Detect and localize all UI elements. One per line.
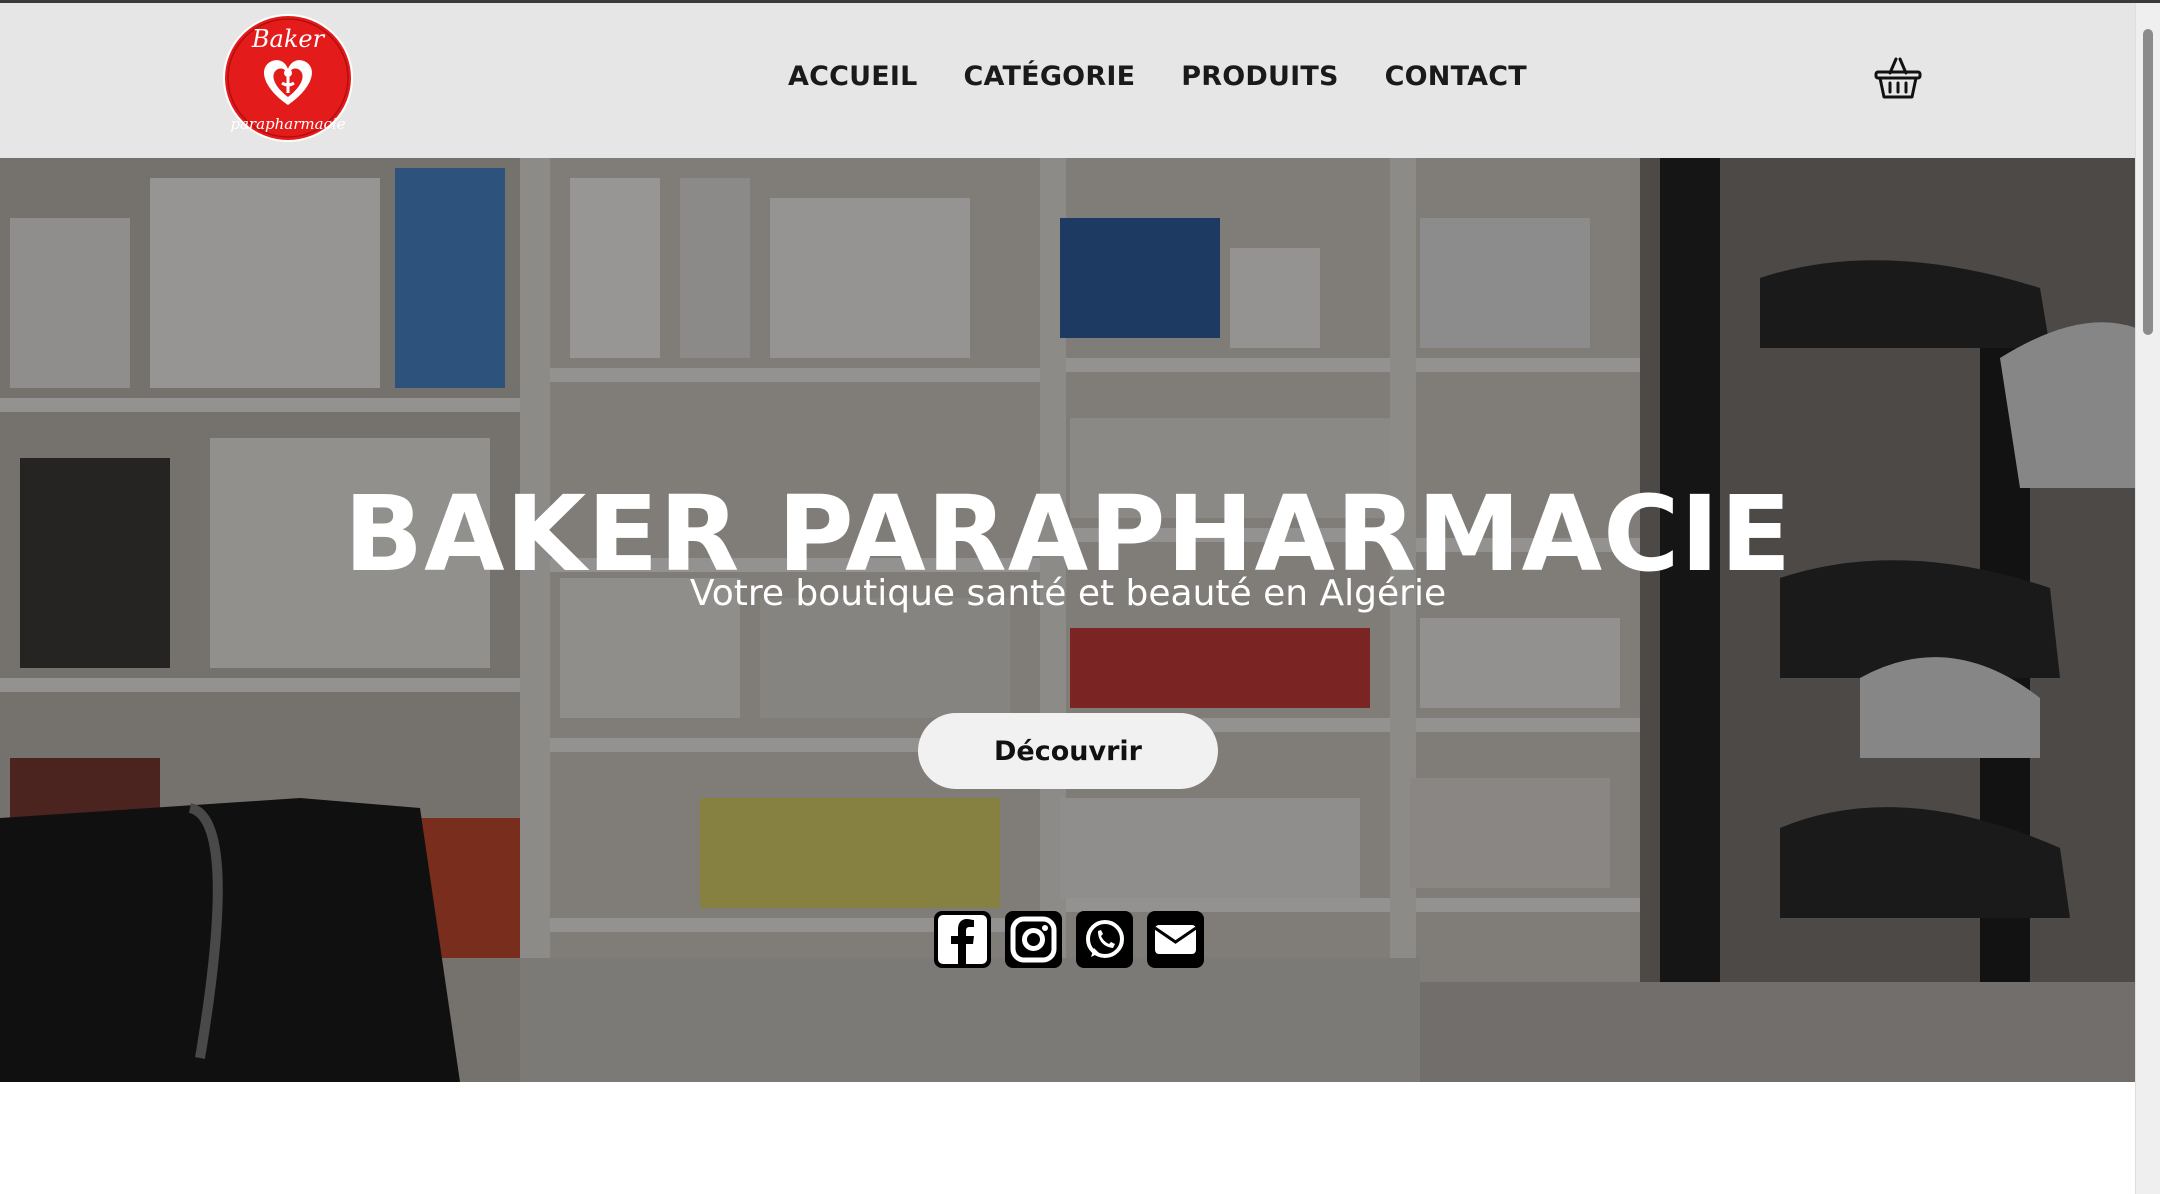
logo-text-top: Baker [251,25,326,53]
decouvrir-button[interactable]: Découvrir [918,713,1218,789]
nav-link-categorie[interactable]: CATÉGORIE [964,61,1136,92]
scrollbar-thumb[interactable] [2143,29,2153,335]
brand-logo[interactable]: Baker parapharmacie [222,13,354,143]
nav-link-accueil[interactable]: ACCUEIL [788,61,918,92]
hero-section: BAKER PARAPHARMACIE Votre boutique santé… [0,158,2136,1082]
site-header: Baker parapharmacie ACCUEIL CATÉGORIE PR… [0,3,2136,158]
hero-subtitle: Votre boutique santé et beauté en Algéri… [689,573,1447,614]
whatsapp-icon[interactable] [1074,909,1135,970]
email-icon[interactable] [1145,909,1206,970]
nav-link-produits[interactable]: PRODUITS [1181,61,1338,92]
basket-icon[interactable] [1874,55,1922,101]
main-nav: ACCUEIL CATÉGORIE PRODUITS CONTACT [788,61,1527,92]
social-links [932,909,1206,970]
nav-link-contact[interactable]: CONTACT [1385,61,1527,92]
instagram-icon[interactable] [1003,909,1064,970]
logo-text-bottom: parapharmacie [230,115,345,133]
facebook-icon[interactable] [932,909,993,970]
page-scrollbar[interactable] [2135,3,2160,1194]
